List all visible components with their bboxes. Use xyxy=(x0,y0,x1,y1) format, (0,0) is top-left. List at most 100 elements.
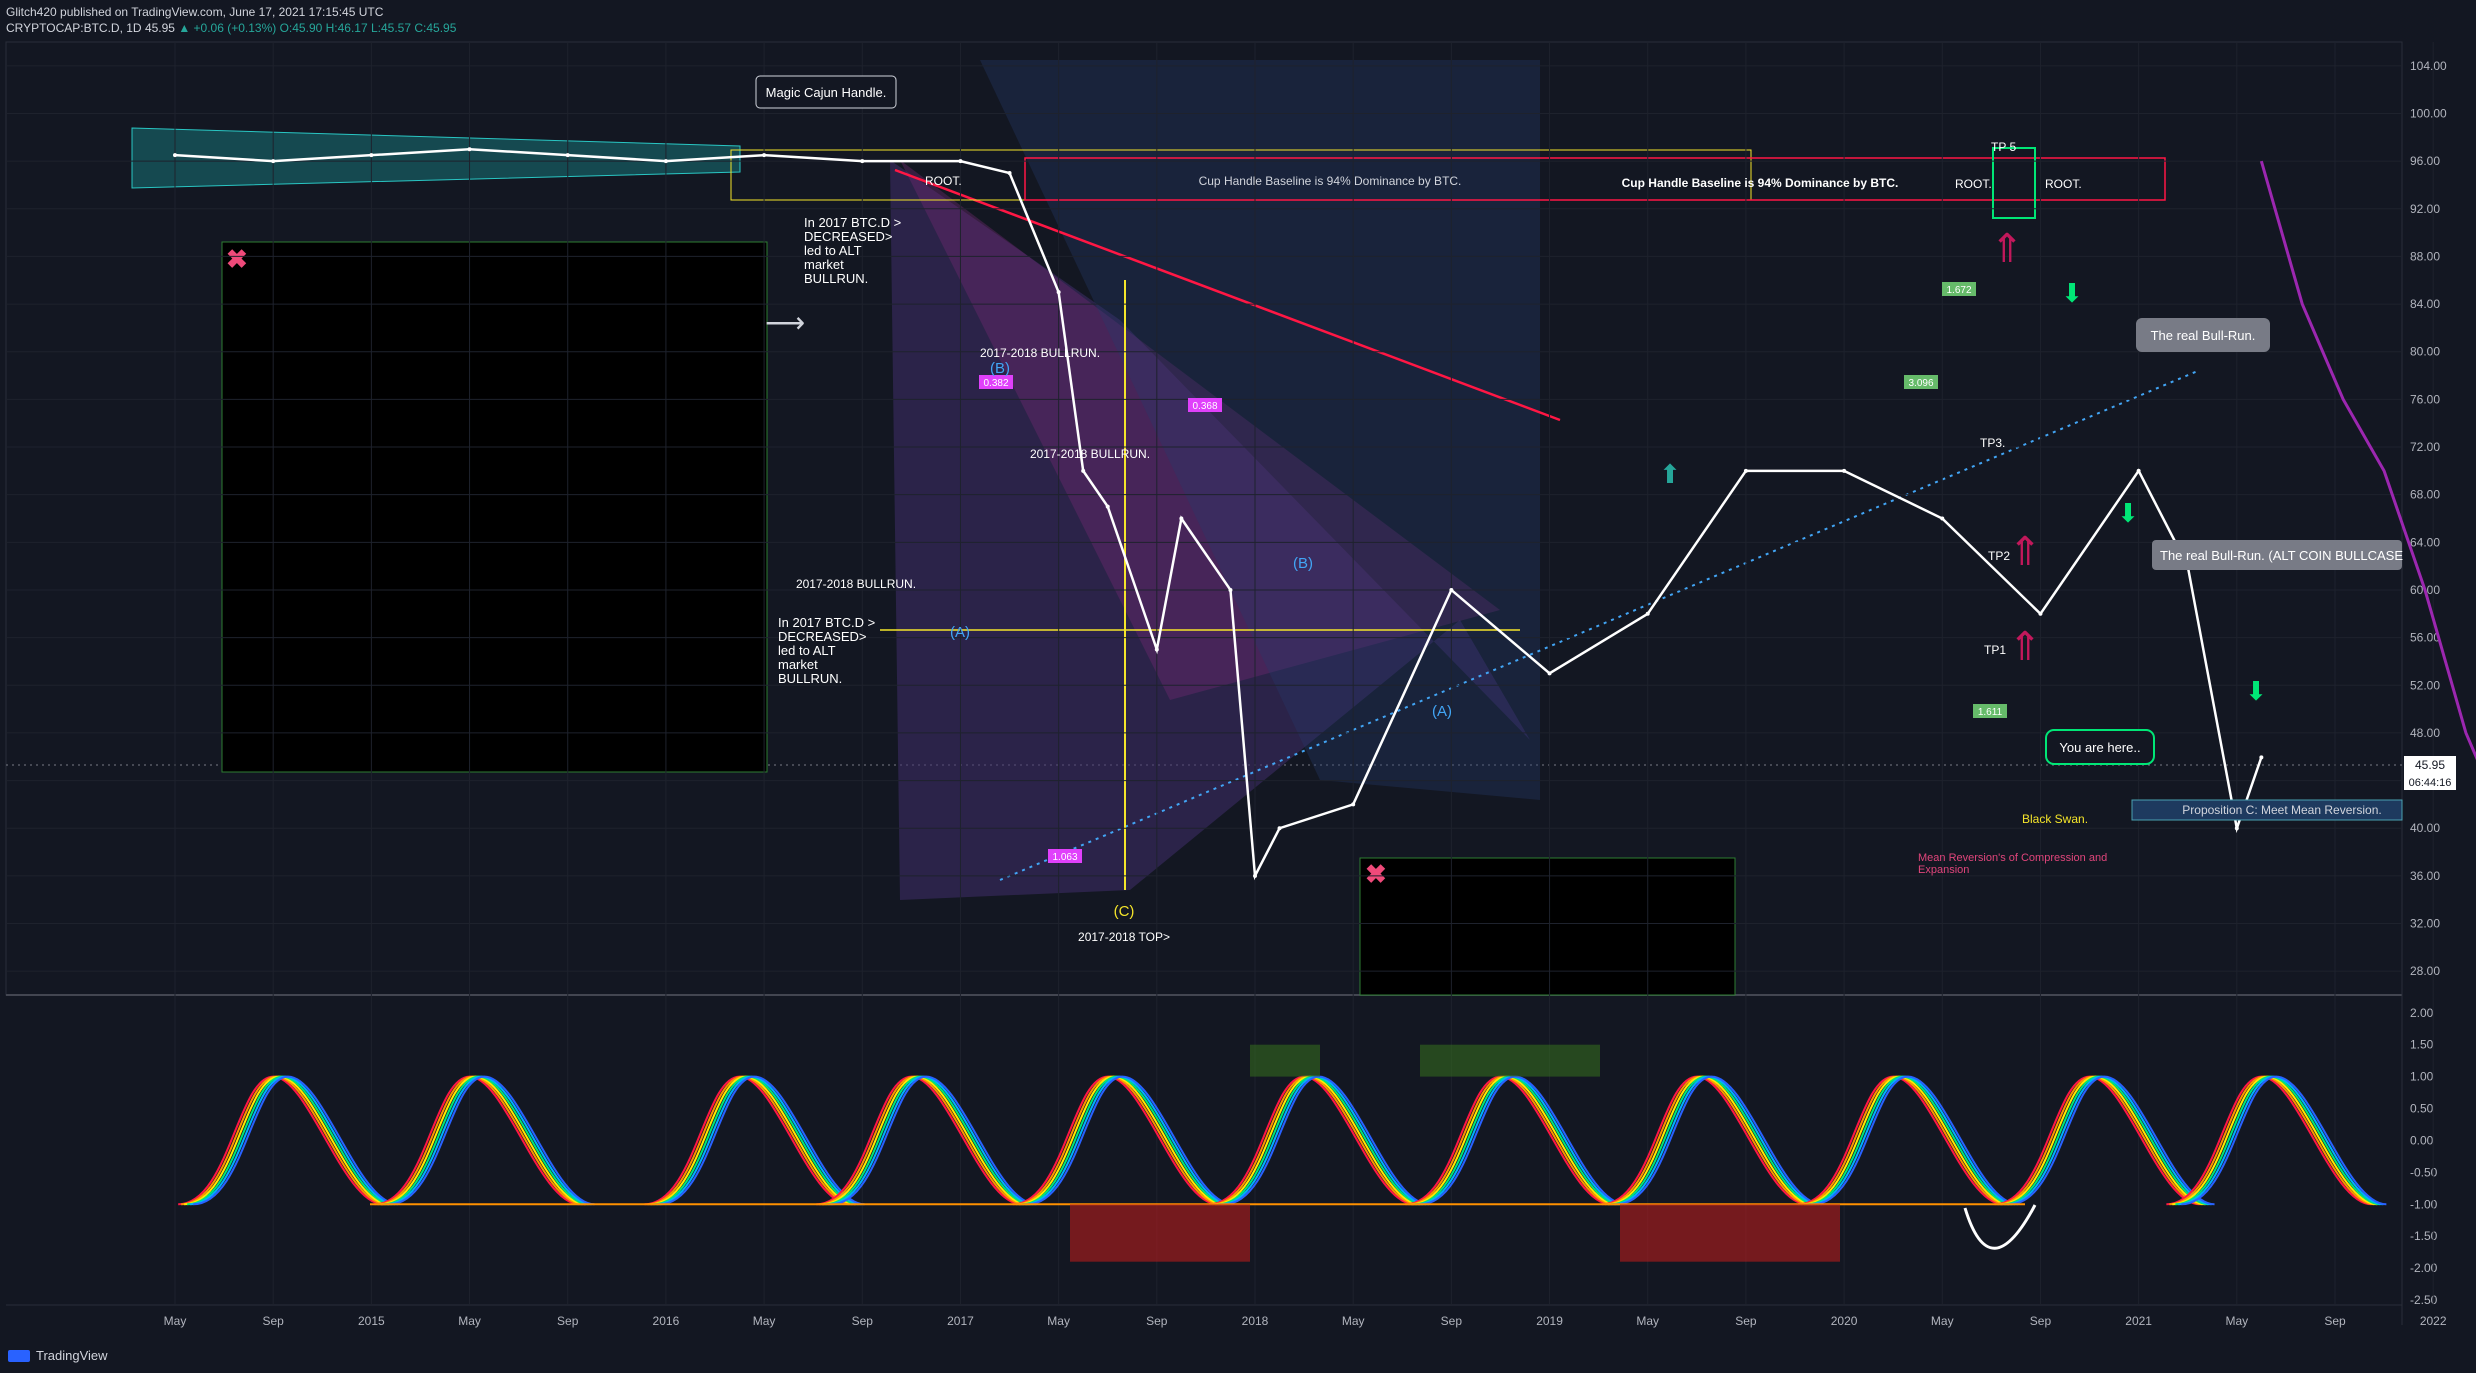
series-point xyxy=(1743,468,1748,473)
series-point xyxy=(2038,611,2043,616)
osc-tick-label: 1.50 xyxy=(2410,1038,2434,1052)
osc-tick-label: 0.50 xyxy=(2410,1102,2434,1116)
x-tick-label: Sep xyxy=(1441,1314,1463,1328)
y-tick-label: 36.00 xyxy=(2410,869,2440,883)
series-point xyxy=(2136,468,2141,473)
oscillator-histogram xyxy=(1620,1204,1840,1262)
oscillator-wave xyxy=(1601,1075,1807,1206)
series-point xyxy=(1645,611,1650,616)
series-point xyxy=(1449,587,1454,592)
oscillator-histogram xyxy=(1070,1204,1250,1262)
series-point xyxy=(467,147,472,152)
series-point xyxy=(565,153,570,158)
arrow-up-icon: ⇑ xyxy=(2008,530,2042,574)
series-point xyxy=(2234,826,2239,831)
label-tp3: TP3. xyxy=(1980,436,2005,450)
x-tick-label: 2021 xyxy=(2125,1314,2152,1328)
x-tick-label: May xyxy=(2225,1314,2248,1328)
label-bullrun-3: 2017-2018 BULLRUN. xyxy=(796,577,916,591)
fib-label-1672: 1.672 xyxy=(1946,285,1971,296)
series-point xyxy=(663,159,668,164)
arrow-up-icon: ⬆ xyxy=(1659,459,1681,489)
oscillator-wave xyxy=(1405,1075,1611,1206)
countdown-label: 06:44:16 xyxy=(2409,777,2452,789)
fib-label-0382: 0.382 xyxy=(983,378,1008,389)
fib-label-0368: 0.368 xyxy=(1192,401,1217,412)
series-point xyxy=(1940,516,1945,521)
series-point xyxy=(369,153,374,158)
text-mean-reversion: Mean Reversion's of Compression and Expa… xyxy=(1918,852,2107,876)
x-tick-label: 2022 xyxy=(2420,1314,2447,1328)
label-root-2: ROOT. xyxy=(1955,177,1992,191)
series-point xyxy=(762,153,767,158)
empty-image-box-1 xyxy=(221,241,768,773)
label-top: 2017-2018 TOP> xyxy=(1078,930,1170,944)
series-point xyxy=(271,159,276,164)
x-tick-label: May xyxy=(458,1314,481,1328)
text-btcd-decreased-1: In 2017 BTC.D > DECREASED> led to ALT ma… xyxy=(804,216,901,286)
oscillator-wave xyxy=(816,1075,1022,1206)
close-icon[interactable]: ✖ xyxy=(226,244,248,274)
x-tick-label: Sep xyxy=(852,1314,874,1328)
y-tick-label: 80.00 xyxy=(2410,345,2440,359)
oscillator-wave xyxy=(374,1075,580,1206)
fib-label-1063: 1.063 xyxy=(1052,852,1077,863)
x-tick-label: 2017 xyxy=(947,1314,974,1328)
x-tick-label: May xyxy=(1636,1314,1659,1328)
y-tick-label: 64.00 xyxy=(2410,535,2440,549)
y-tick-label: 72.00 xyxy=(2410,440,2440,454)
series-point xyxy=(1154,647,1159,652)
label-you-are-here: You are here.. xyxy=(2059,740,2140,755)
fib-label-3096: 3.096 xyxy=(1908,378,1933,389)
chart-canvas[interactable]: ✖ ✖ ⟶ 104.00 100.00 96.00 92.00 88.00 84.00 80… xyxy=(0,0,2476,1373)
x-tick-label: Sep xyxy=(1735,1314,1757,1328)
tradingview-branding[interactable]: TradingView xyxy=(8,1348,108,1363)
tradingview-logo-icon xyxy=(8,1349,30,1362)
osc-tick-label: 0.00 xyxy=(2410,1133,2434,1147)
label-magic-handle: Magic Cajun Handle. xyxy=(766,85,887,100)
y-tick-label: 84.00 xyxy=(2410,297,2440,311)
oscillator-wave xyxy=(644,1075,850,1206)
x-tick-label: Sep xyxy=(2324,1314,2346,1328)
text-btcd-decreased-2: In 2017 BTC.D > DECREASED> led to ALT ma… xyxy=(778,616,875,686)
x-tick-label: May xyxy=(1342,1314,1365,1328)
oscillator-wave xyxy=(178,1075,384,1206)
series-point xyxy=(1351,802,1356,807)
wave-label-c: (C) xyxy=(1114,903,1135,920)
y-tick-label: 76.00 xyxy=(2410,392,2440,406)
y-tick-label: 92.00 xyxy=(2410,202,2440,216)
y-tick-label: 68.00 xyxy=(2410,488,2440,502)
series-point xyxy=(1179,516,1184,521)
label-black-swan: Black Swan. xyxy=(2022,812,2088,826)
y-tick-label: 52.00 xyxy=(2410,678,2440,692)
label-cup-baseline-2: Cup Handle Baseline is 94% Dominance by … xyxy=(1622,176,1899,190)
y-tick-label: 104.00 xyxy=(2410,59,2447,73)
empty-image-box-2 xyxy=(1359,857,1736,996)
x-tick-label: 2016 xyxy=(653,1314,680,1328)
y-tick-label: 32.00 xyxy=(2410,917,2440,931)
series-point xyxy=(1277,826,1282,831)
x-tick-label: Sep xyxy=(2030,1314,2052,1328)
label-real-bull-run: The real Bull-Run. xyxy=(2151,328,2256,343)
y-tick-label: 100.00 xyxy=(2410,106,2447,120)
label-tp1: TP1 xyxy=(1984,643,2006,657)
oscillator-layer xyxy=(178,1044,2387,1262)
wave-label-b-1: (B) xyxy=(990,360,1010,377)
wave-label-a-1: (A) xyxy=(950,624,970,641)
series-point xyxy=(1547,671,1552,676)
x-tick-label: May xyxy=(753,1314,776,1328)
osc-tick-label: 2.00 xyxy=(2410,1006,2434,1020)
close-icon[interactable]: ✖ xyxy=(1365,859,1387,889)
y-tick-label: 96.00 xyxy=(2410,154,2440,168)
y-tick-label: 88.00 xyxy=(2410,249,2440,263)
series-point xyxy=(958,159,963,164)
series-point xyxy=(1105,504,1110,509)
price-label: 45.95 xyxy=(2415,758,2445,772)
wave-label-b-2: (B) xyxy=(1293,555,1313,572)
oscillator-wave xyxy=(1994,1075,2200,1206)
series-point xyxy=(173,153,177,158)
x-tick-label: Sep xyxy=(557,1314,579,1328)
x-tick-label: 2019 xyxy=(1536,1314,1563,1328)
series-point xyxy=(1228,587,1233,592)
oscillator-wave xyxy=(1012,1075,1218,1206)
